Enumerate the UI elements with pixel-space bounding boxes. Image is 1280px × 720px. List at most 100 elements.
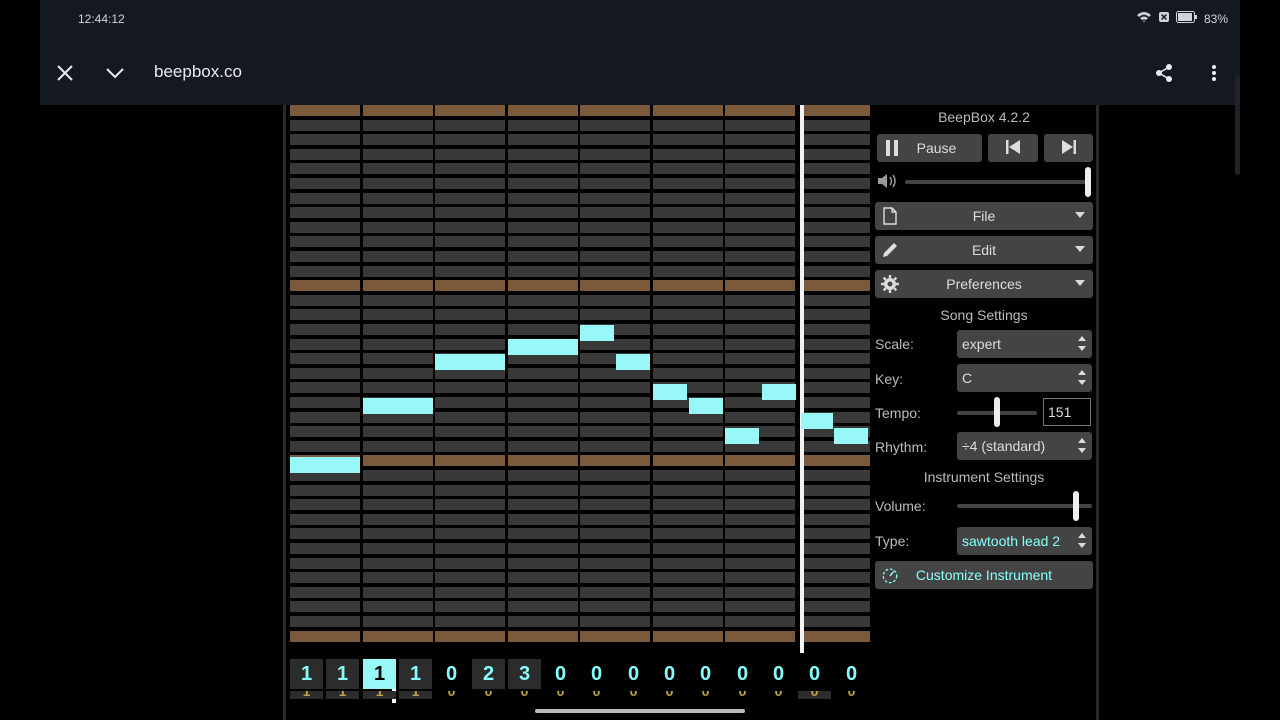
pattern-cell[interactable]: 0 (653, 659, 686, 689)
pattern-cell[interactable]: 0 (762, 691, 795, 699)
grid-cell[interactable] (580, 295, 650, 306)
grid-cell[interactable] (580, 441, 650, 452)
grid-cell[interactable] (725, 499, 795, 510)
rhythm-select[interactable]: ÷4 (standard) (957, 432, 1092, 460)
octave-row-cell[interactable] (653, 455, 723, 466)
note[interactable] (801, 413, 833, 429)
grid-cell[interactable] (725, 324, 795, 335)
octave-row-cell[interactable] (508, 280, 578, 291)
note[interactable] (435, 354, 505, 370)
grid-cell[interactable] (653, 543, 723, 554)
grid-cell[interactable] (363, 353, 433, 364)
octave-row-cell[interactable] (653, 280, 723, 291)
grid-cell[interactable] (725, 251, 795, 262)
grid-cell[interactable] (725, 587, 795, 598)
grid-cell[interactable] (725, 368, 795, 379)
grid-cell[interactable] (363, 601, 433, 612)
grid-cell[interactable] (435, 485, 505, 496)
grid-cell[interactable] (508, 441, 578, 452)
grid-cell[interactable] (725, 193, 795, 204)
note[interactable] (834, 428, 868, 444)
grid-cell[interactable] (290, 368, 360, 379)
note[interactable] (508, 339, 578, 355)
grid-cell[interactable] (725, 163, 795, 174)
grid-cell[interactable] (363, 616, 433, 627)
octave-row-cell[interactable] (653, 631, 723, 642)
grid-cell[interactable] (653, 485, 723, 496)
grid-cell[interactable] (508, 558, 578, 569)
grid-cell[interactable] (363, 485, 433, 496)
grid-cell[interactable] (653, 251, 723, 262)
pattern-cell[interactable]: 1 (363, 659, 396, 689)
octave-row-cell[interactable] (725, 631, 795, 642)
octave-row-cell[interactable] (435, 280, 505, 291)
grid-cell[interactable] (290, 149, 360, 160)
octave-row-cell[interactable] (363, 631, 433, 642)
pattern-cell[interactable]: 1 (290, 659, 323, 689)
grid-cell[interactable] (653, 528, 723, 539)
grid-cell[interactable] (508, 499, 578, 510)
grid-cell[interactable] (801, 339, 870, 350)
grid-cell[interactable] (363, 339, 433, 350)
note[interactable] (616, 354, 650, 370)
grid-cell[interactable] (508, 368, 578, 379)
pattern-cell[interactable]: 2 (472, 659, 505, 689)
grid-cell[interactable] (508, 120, 578, 131)
instrument-volume-slider[interactable] (1072, 491, 1079, 521)
grid-cell[interactable] (435, 441, 505, 452)
pattern-cell[interactable]: 0 (617, 691, 650, 699)
grid-cell[interactable] (801, 178, 870, 189)
grid-cell[interactable] (435, 236, 505, 247)
pattern-cell[interactable]: 0 (472, 691, 505, 699)
pause-button[interactable]: Pause (877, 134, 982, 162)
note[interactable] (653, 384, 687, 400)
more-options-icon[interactable] (1201, 60, 1227, 86)
grid-cell[interactable] (580, 587, 650, 598)
grid-cell[interactable] (801, 236, 870, 247)
grid-cell[interactable] (363, 572, 433, 583)
grid-cell[interactable] (801, 397, 870, 408)
grid-cell[interactable] (580, 601, 650, 612)
share-button[interactable] (1151, 60, 1177, 86)
grid-cell[interactable] (801, 309, 870, 320)
grid-cell[interactable] (580, 616, 650, 627)
grid-cell[interactable] (580, 543, 650, 554)
grid-cell[interactable] (363, 295, 433, 306)
grid-cell[interactable] (290, 324, 360, 335)
grid-cell[interactable] (580, 207, 650, 218)
grid-cell[interactable] (435, 178, 505, 189)
grid-cell[interactable] (725, 134, 795, 145)
grid-cell[interactable] (725, 528, 795, 539)
grid-cell[interactable] (580, 266, 650, 277)
grid-cell[interactable] (435, 339, 505, 350)
grid-cell[interactable] (435, 543, 505, 554)
octave-row-cell[interactable] (653, 105, 723, 116)
octave-row-cell[interactable] (801, 105, 870, 116)
grid-cell[interactable] (653, 149, 723, 160)
grid-cell[interactable] (363, 236, 433, 247)
grid-cell[interactable] (363, 207, 433, 218)
grid-cell[interactable] (653, 601, 723, 612)
grid-cell[interactable] (290, 309, 360, 320)
grid-cell[interactable] (801, 266, 870, 277)
grid-cell[interactable] (363, 324, 433, 335)
grid-cell[interactable] (653, 368, 723, 379)
grid-cell[interactable] (508, 382, 578, 393)
grid-cell[interactable] (801, 572, 870, 583)
octave-row-cell[interactable] (801, 455, 870, 466)
pattern-cell[interactable]: 0 (544, 659, 577, 689)
instrument-type-select[interactable]: sawtooth lead 2 (957, 527, 1092, 555)
grid-cell[interactable] (725, 616, 795, 627)
grid-cell[interactable] (435, 266, 505, 277)
grid-cell[interactable] (653, 134, 723, 145)
grid-cell[interactable] (580, 236, 650, 247)
grid-cell[interactable] (363, 368, 433, 379)
grid-cell[interactable] (363, 558, 433, 569)
grid-cell[interactable] (580, 193, 650, 204)
grid-cell[interactable] (725, 309, 795, 320)
grid-cell[interactable] (801, 295, 870, 306)
grid-cell[interactable] (801, 543, 870, 554)
grid-cell[interactable] (653, 441, 723, 452)
grid-cell[interactable] (435, 426, 505, 437)
pattern-cell[interactable]: 1 (326, 659, 359, 689)
